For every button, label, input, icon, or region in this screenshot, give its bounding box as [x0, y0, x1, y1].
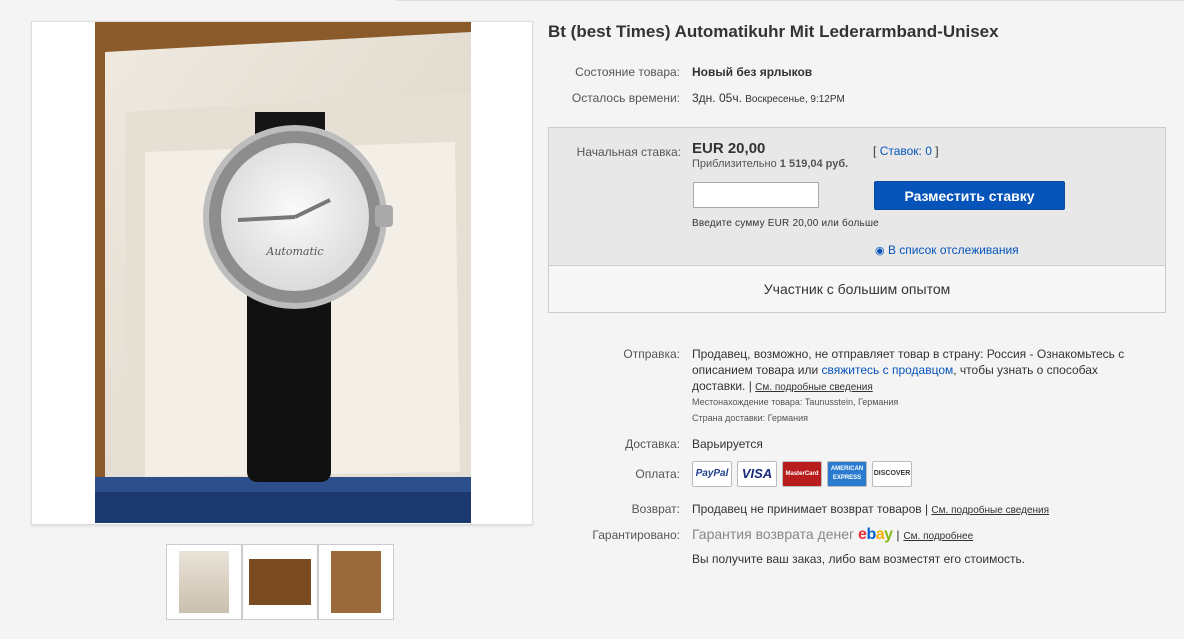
watch-dial-label: Automatic [265, 245, 323, 258]
bid-panel: Начальная ставка: EUR 20,00 Приблизитель… [548, 127, 1166, 313]
time-left-end: Воскресенье, 9:12PM [745, 94, 845, 105]
shipping-line-3-text: доставки. | [692, 379, 752, 393]
item-title: Bt (best Times) Automatikuhr Mit Lederar… [548, 22, 999, 41]
returns-value: Продавец не принимает возврат товаров | … [692, 502, 1049, 516]
bid-amount-input[interactable] [693, 182, 819, 208]
bid-count-open: [ [873, 144, 877, 158]
condition-label: Состояние товара: [575, 65, 680, 79]
time-left-value: 3дн. 05ч. Воскресенье, 9:12PM [692, 91, 845, 105]
shipping-details-link[interactable]: См. подробные сведения [755, 382, 873, 393]
product-photo: Automatic [95, 22, 471, 523]
mastercard-logo: MasterCard [782, 461, 822, 487]
shipping-line-2-a: описанием товара или [692, 363, 819, 377]
thumbnail-1[interactable] [166, 544, 242, 620]
bid-count: [ Ставок: 0 ] [873, 144, 939, 158]
delivery-value: Варьируется [692, 437, 763, 451]
item-location: Местонахождение товара: Taunusstein, Гер… [692, 397, 899, 407]
ship-country: Страна доставки: Германия [692, 413, 808, 423]
main-image-viewer[interactable]: Automatic [31, 21, 533, 525]
amex-logo: AMERICAN EXPRESS [827, 461, 867, 487]
bid-count-close: ] [935, 144, 939, 158]
delivery-label: Доставка: [625, 437, 680, 451]
seller-badge: Участник с большим опытом [549, 265, 1165, 312]
guarantee-row: Гарантия возврата денег ebay | См. подро… [692, 526, 973, 544]
bid-approx-prefix: Приблизительно [692, 158, 777, 170]
condition-value: Новый без ярлыков [692, 65, 813, 79]
returns-text: Продавец не принимает возврат товаров | [692, 502, 929, 516]
shipping-line-2: описанием товара или свяжитесь с продавц… [692, 363, 1098, 377]
bid-price: EUR 20,00 [692, 140, 766, 157]
ebay-logo: ebay [858, 526, 893, 543]
thumbnail-2[interactable] [242, 544, 318, 620]
money-back-text: Гарантия возврата денег [692, 526, 855, 542]
shipping-label: Отправка: [623, 347, 680, 361]
watchlist-label: В список отслеживания [887, 243, 1019, 257]
thumbnail-3[interactable] [318, 544, 394, 620]
time-left-label: Осталось времени: [571, 91, 680, 105]
time-left-duration: 3дн. 05ч. [692, 91, 742, 105]
watch-in-box-image: Automatic [95, 22, 471, 523]
shipping-line-1: Продавец, возможно, не отправляет товар … [692, 347, 1125, 361]
returns-details-link[interactable]: См. подробные сведения [931, 505, 1049, 516]
thumbnail-1-image [179, 551, 229, 613]
guarantee-details-link[interactable]: См. подробнее [903, 531, 973, 542]
visa-logo: VISA [737, 461, 777, 487]
bid-approx-value: 1 519,04 руб. [779, 158, 849, 170]
contact-seller-link[interactable]: свяжитесь с продавцом [822, 363, 954, 377]
shipping-line-2-b: , чтобы узнать о способах [953, 363, 1098, 377]
discover-logo: DISCOVER [872, 461, 912, 487]
bid-approx: Приблизительно 1 519,04 руб. [692, 158, 848, 170]
top-divider [396, 0, 1184, 1]
place-bid-button[interactable]: Разместить ставку [874, 181, 1065, 210]
payment-label: Оплата: [635, 467, 680, 481]
starting-bid-label: Начальная ставка: [576, 145, 681, 159]
thumbnail-3-image [331, 551, 381, 613]
thumbnail-2-image [249, 559, 311, 605]
guarantee-label: Гарантировано: [592, 528, 680, 542]
guarantee-note: Вы получите ваш заказ, либо вам возместя… [692, 552, 1026, 566]
bid-count-link[interactable]: Ставок: 0 [880, 144, 932, 158]
shipping-line-3: доставки. | См. подробные сведения [692, 379, 873, 393]
returns-label: Возврат: [631, 502, 680, 516]
guarantee-separator: | [896, 528, 900, 542]
paypal-logo: PayPal [692, 461, 732, 487]
eye-icon: ◉ [875, 245, 885, 257]
watchlist-link[interactable]: ◉ В список отслеживания [875, 243, 1019, 257]
bid-hint: Введите сумму EUR 20,00 или больше [692, 218, 879, 229]
